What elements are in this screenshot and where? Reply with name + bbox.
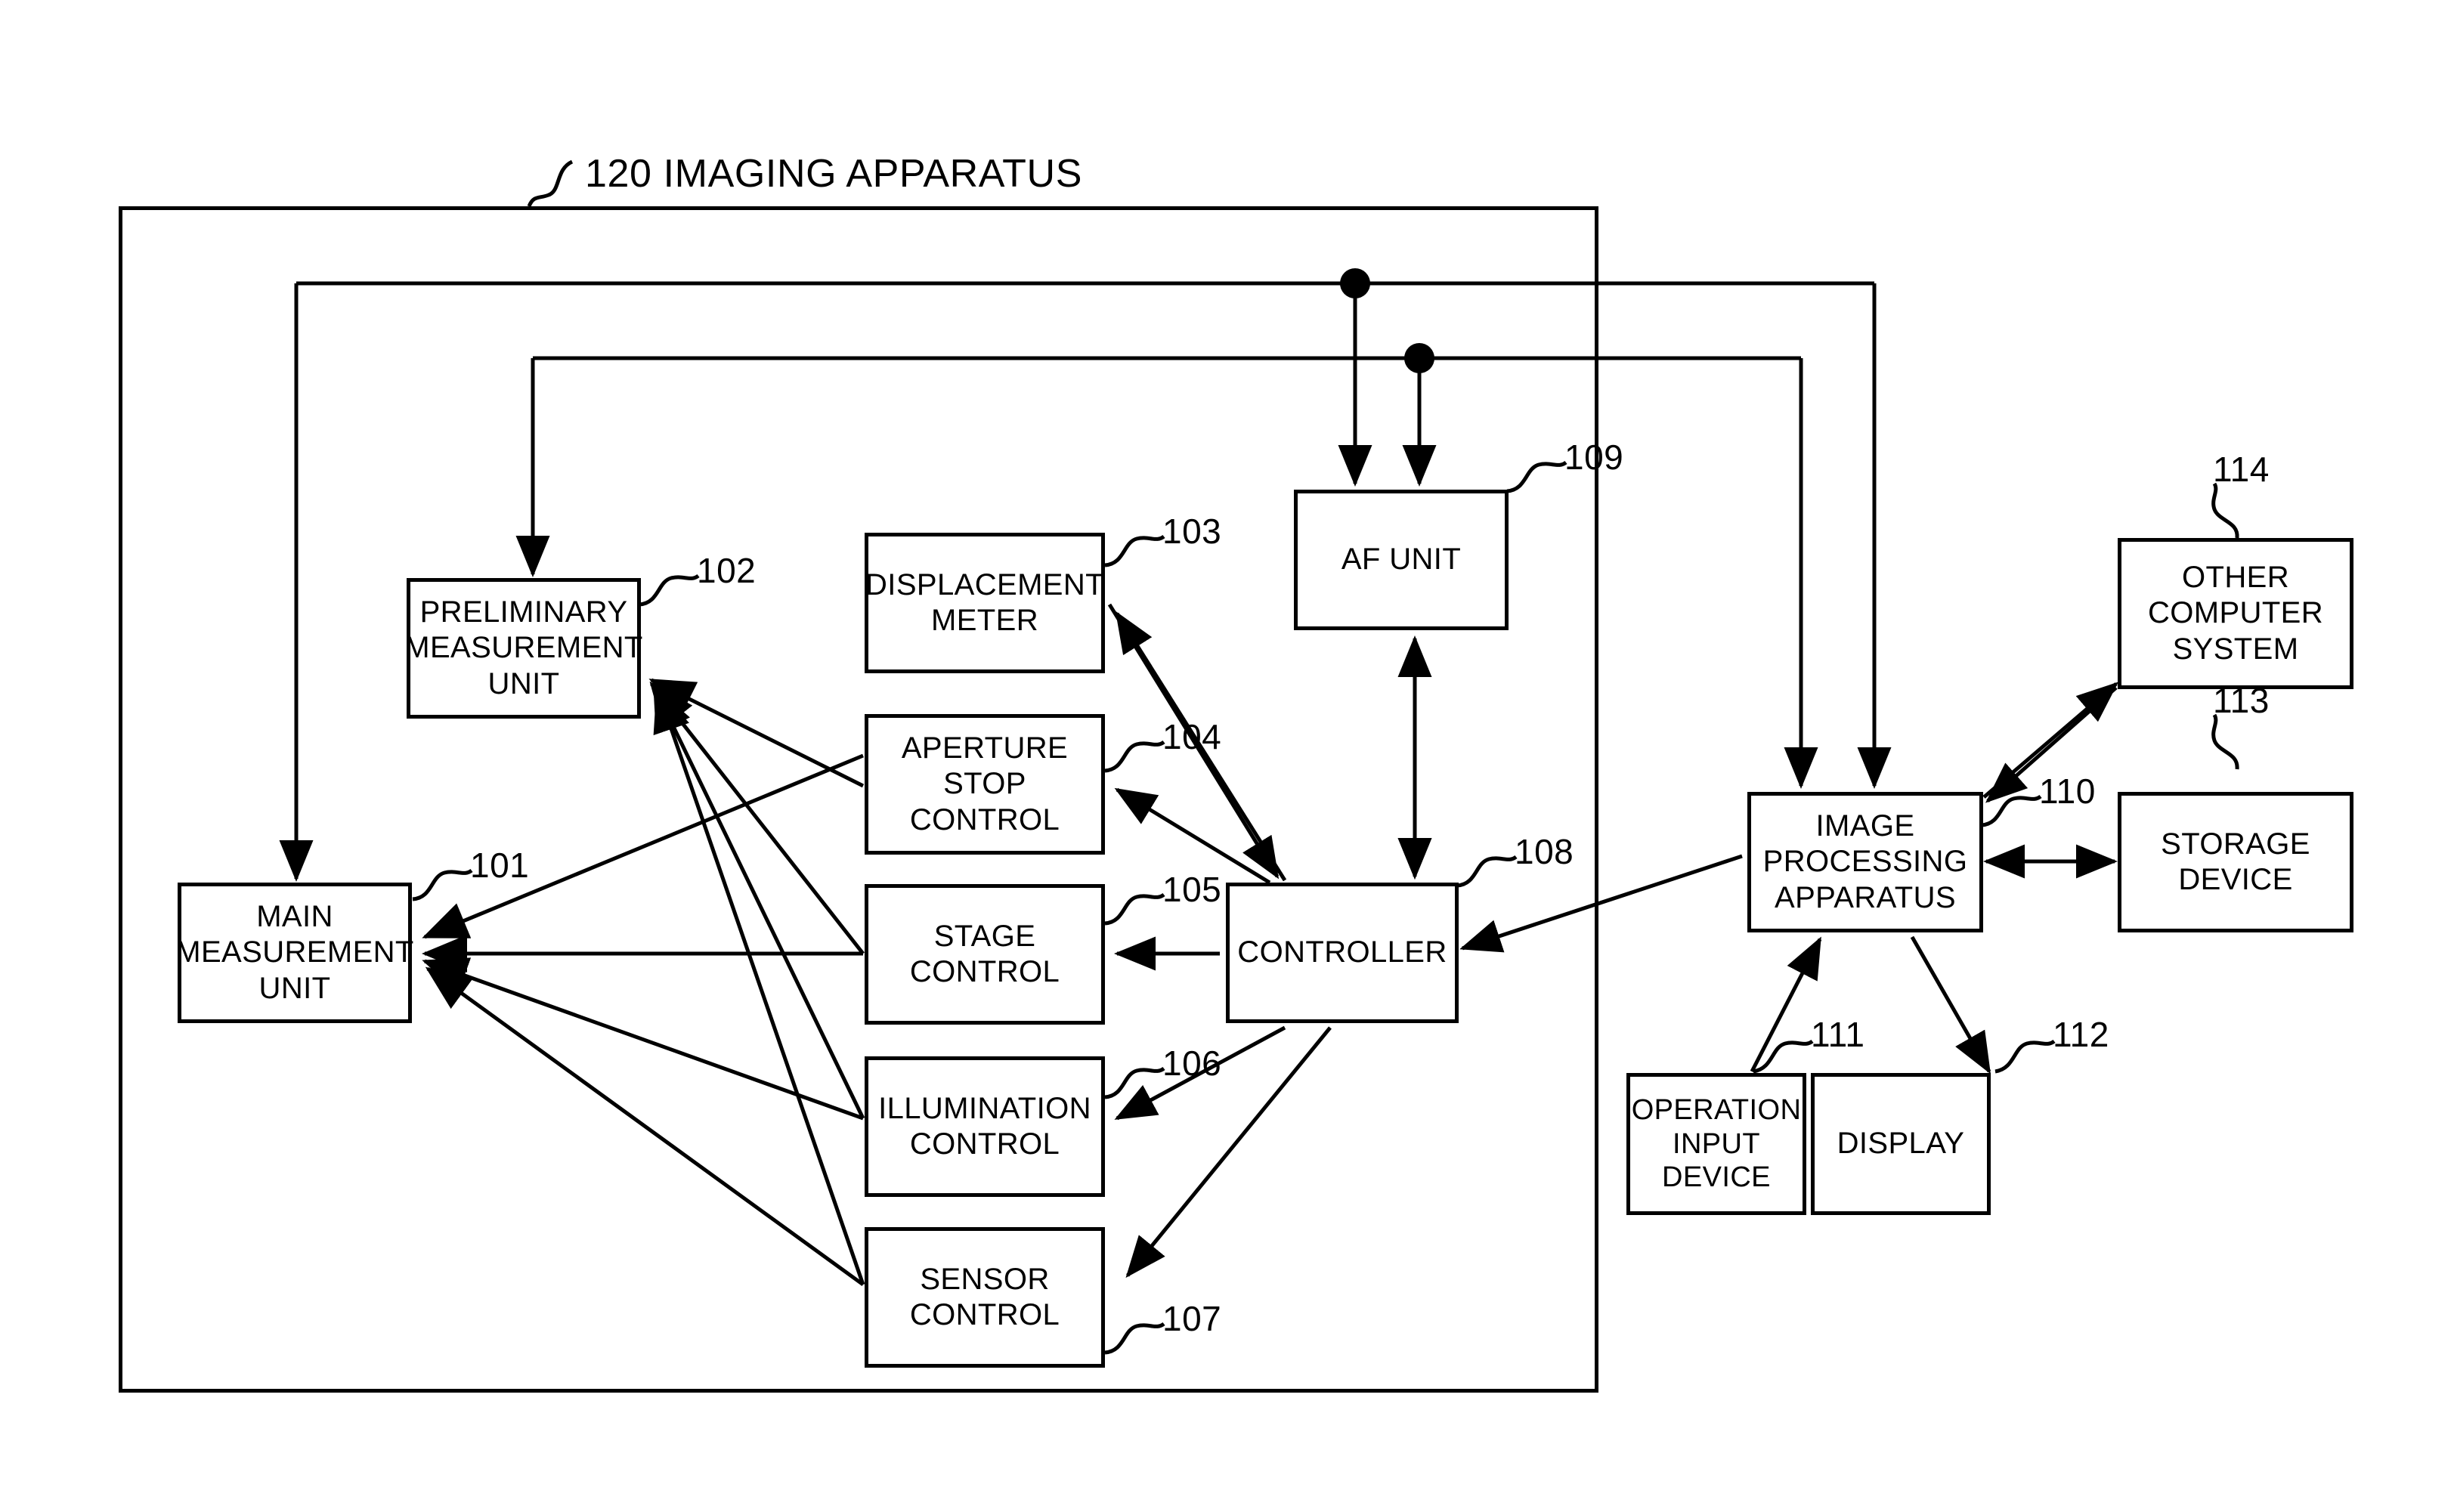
- ref-112: 112: [2053, 1015, 2109, 1054]
- ref-110: 110: [2039, 771, 2096, 811]
- ref-103: 103: [1162, 512, 1222, 551]
- node-label: DISPLACEMENT METER: [865, 567, 1104, 637]
- node-label: SENSOR CONTROL: [909, 1262, 1060, 1331]
- figure-title: 120 IMAGING APPARATUS: [585, 152, 1082, 196]
- node-label: AF UNIT: [1341, 543, 1462, 577]
- node-label: OTHER COMPUTER SYSTEM: [2147, 561, 2324, 666]
- node-label: STORAGE DEVICE: [2161, 827, 2310, 896]
- ref-113: 113: [2213, 681, 2270, 720]
- node-af-unit[interactable]: AF UNIT: [1294, 490, 1509, 630]
- node-controller[interactable]: CONTROLLER: [1226, 883, 1459, 1023]
- node-label: OPERATION INPUT DEVICE: [1631, 1093, 1802, 1194]
- node-image-processing-apparatus[interactable]: IMAGE PROCESSING APPARATUS: [1747, 792, 1983, 932]
- node-label: PRELIMINARY MEASUREMENT UNIT: [404, 595, 643, 700]
- node-preliminary-measurement-unit[interactable]: PRELIMINARY MEASUREMENT UNIT: [404, 578, 642, 719]
- node-aperture-stop-control[interactable]: APERTURE STOP CONTROL: [865, 714, 1105, 855]
- node-label: MAIN MEASUREMENT UNIT: [175, 900, 414, 1005]
- node-label: IMAGE PROCESSING APPARATUS: [1762, 809, 1968, 914]
- patent-block-diagram: 120 IMAGING APPARATUS MAIN MEASUREMENT U…: [0, 0, 2454, 1512]
- node-label: ILLUMINATION CONTROL: [878, 1091, 1091, 1161]
- node-sensor-control[interactable]: SENSOR CONTROL: [865, 1227, 1105, 1368]
- ref-109: 109: [1564, 438, 1624, 477]
- node-label: CONTROLLER: [1237, 935, 1447, 969]
- ref-102: 102: [697, 551, 757, 590]
- ref-111: 111: [1811, 1015, 1865, 1054]
- node-display[interactable]: DISPLAY: [1811, 1073, 1991, 1215]
- node-label: STAGE CONTROL: [909, 919, 1060, 988]
- node-main-measurement-unit[interactable]: MAIN MEASUREMENT UNIT: [175, 883, 413, 1023]
- ref-107: 107: [1162, 1299, 1222, 1338]
- ref-105: 105: [1162, 870, 1222, 909]
- ref-108: 108: [1515, 832, 1574, 871]
- node-operation-input-device[interactable]: OPERATION INPUT DEVICE: [1626, 1073, 1806, 1215]
- ref-101: 101: [470, 846, 530, 885]
- imaging-apparatus-frame: [119, 206, 1598, 1393]
- node-label: APERTURE STOP CONTROL: [901, 731, 1069, 836]
- node-other-computer-system[interactable]: OTHER COMPUTER SYSTEM: [2118, 538, 2353, 689]
- node-illumination-control[interactable]: ILLUMINATION CONTROL: [865, 1056, 1105, 1197]
- ref-114: 114: [2213, 450, 2270, 489]
- ref-104: 104: [1162, 717, 1222, 756]
- node-label: DISPLAY: [1837, 1127, 1965, 1161]
- node-stage-control[interactable]: STAGE CONTROL: [865, 884, 1105, 1025]
- node-displacement-meter[interactable]: DISPLACEMENT METER: [865, 533, 1105, 673]
- node-storage-device[interactable]: STORAGE DEVICE: [2118, 792, 2353, 932]
- ref-106: 106: [1162, 1044, 1222, 1083]
